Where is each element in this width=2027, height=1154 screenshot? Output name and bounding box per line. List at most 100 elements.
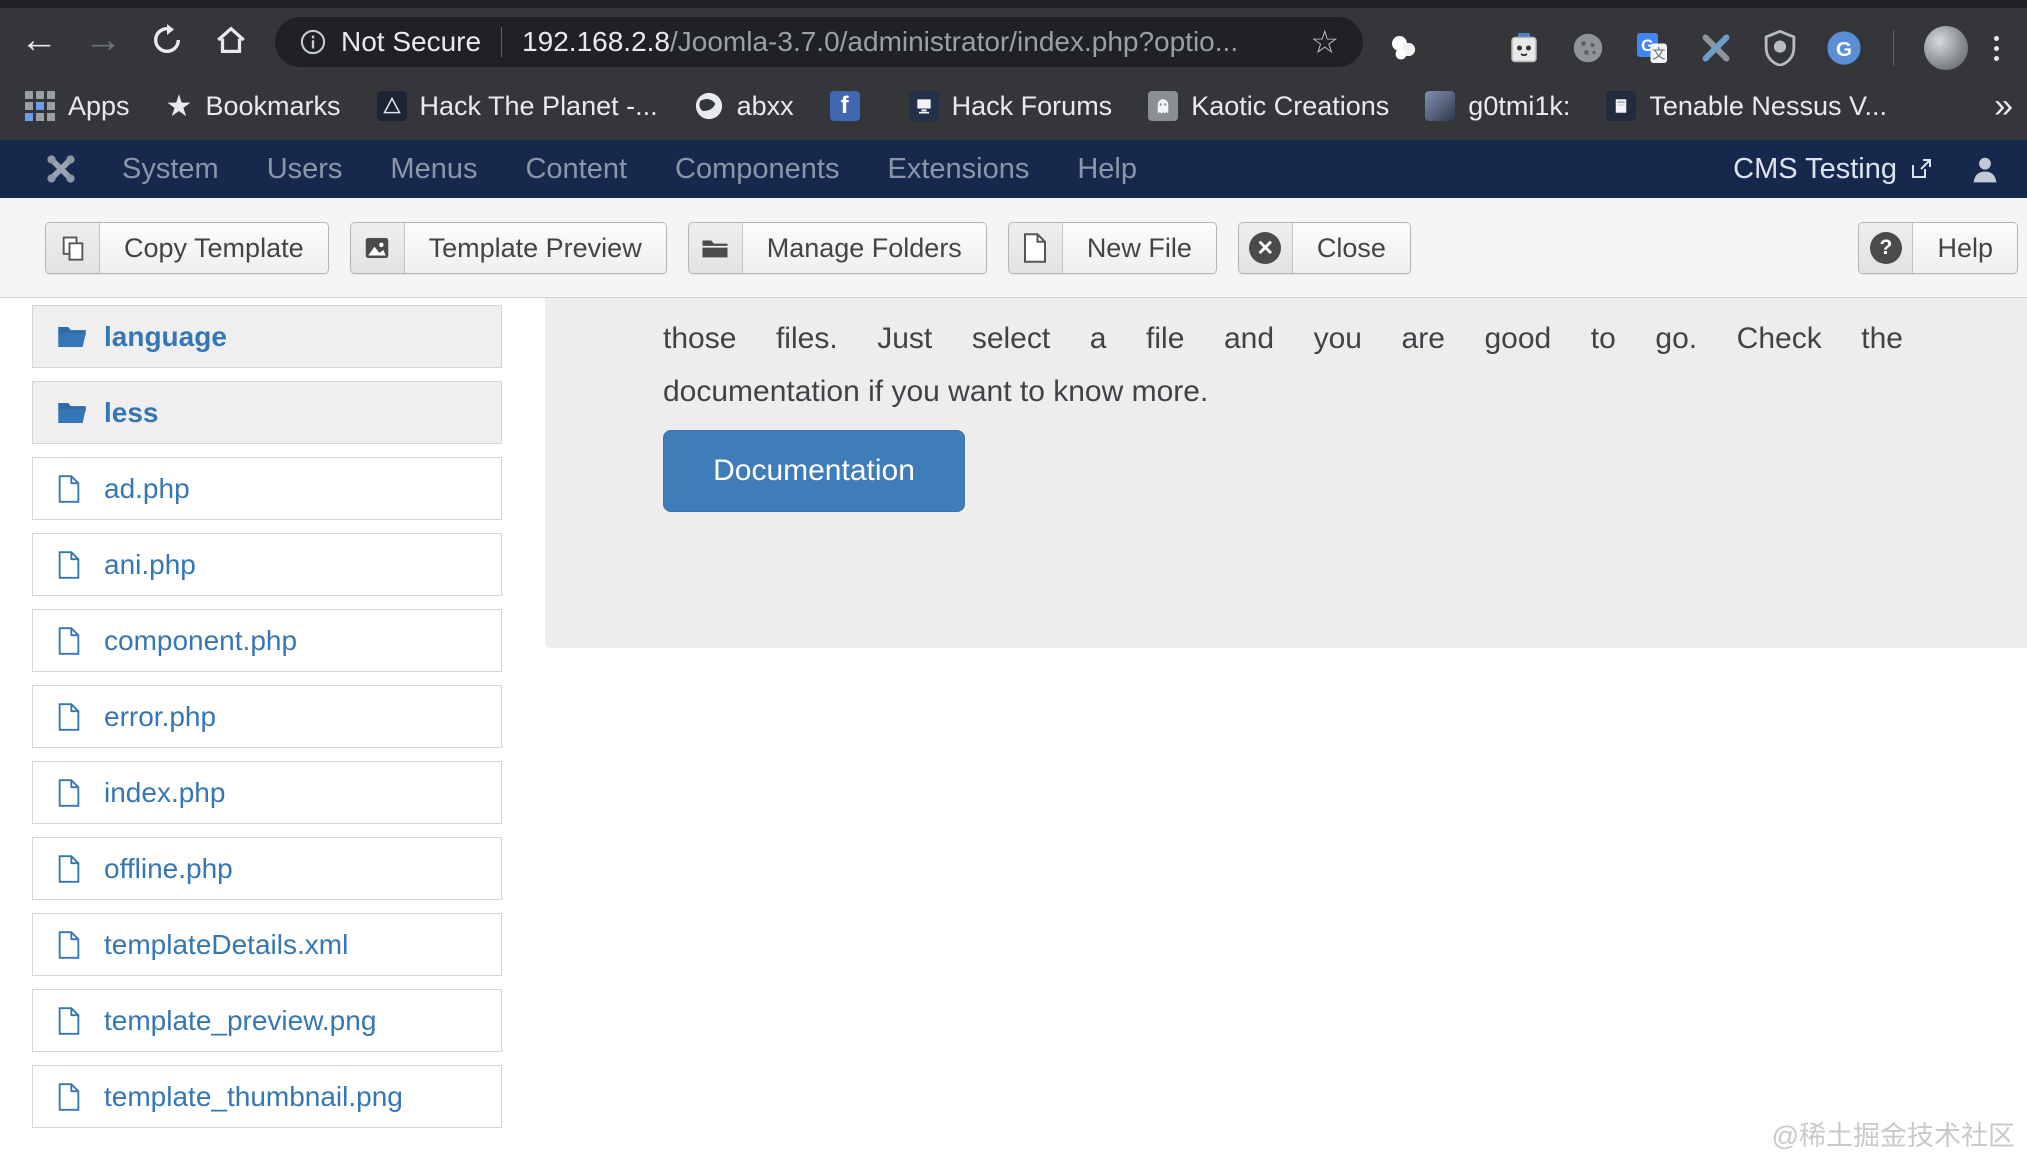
extension-robot-icon[interactable]	[1505, 29, 1543, 67]
bookmark-label: abxx	[737, 91, 794, 122]
apps-label: Apps	[68, 91, 130, 122]
admin-navbar: System Users Menus Content Components Ex…	[0, 140, 2027, 198]
menu-system[interactable]: System	[122, 153, 219, 186]
copy-icon	[46, 223, 100, 273]
file-icon	[57, 931, 89, 959]
new-file-label: New File	[1063, 223, 1216, 273]
bookmark-facebook[interactable]: f	[830, 91, 873, 121]
extension-shield-icon[interactable]	[1761, 29, 1799, 67]
bookmark-bookmarks-folder[interactable]: ★ Bookmarks	[166, 89, 341, 124]
file-name: ani.php	[104, 549, 196, 581]
reload-icon[interactable]	[142, 15, 192, 65]
apps-shortcut[interactable]: Apps	[25, 91, 130, 122]
tenable-nessus-favicon	[1606, 91, 1636, 121]
copy-template-label: Copy Template	[100, 223, 328, 273]
editor-info-panel: those files. Just select a file and you …	[545, 298, 2027, 648]
file-name: templateDetails.xml	[104, 929, 348, 961]
home-icon[interactable]	[206, 15, 256, 65]
image-icon	[351, 223, 405, 273]
window-top-strip	[0, 0, 2027, 8]
toolbar-divider	[1893, 30, 1894, 66]
forward-icon[interactable]: →	[78, 15, 128, 65]
joomla-logo-icon	[42, 150, 80, 188]
file-name: ad.php	[104, 473, 190, 505]
info-icon[interactable]	[299, 28, 327, 56]
file-item-offline-php[interactable]: offline.php	[32, 837, 502, 900]
new-file-button[interactable]: New File	[1008, 222, 1217, 274]
menu-content[interactable]: Content	[525, 153, 627, 186]
extension-google-translate-icon[interactable]: G文	[1633, 29, 1671, 67]
watermark: @稀土掘金技术社区	[1772, 1114, 2015, 1153]
url-divider	[501, 27, 502, 57]
bookmark-kaotic-creations[interactable]: Kaotic Creations	[1148, 91, 1389, 122]
close-button[interactable]: ✕ Close	[1238, 222, 1411, 274]
file-item-templatedetails-xml[interactable]: templateDetails.xml	[32, 913, 502, 976]
file-item-ad-php[interactable]: ad.php	[32, 457, 502, 520]
site-preview-link[interactable]: CMS Testing	[1733, 153, 1933, 186]
file-icon	[57, 475, 89, 503]
browser-toolbar: ← → Not Secure 192.168.2.8/Joomla-3.7.0/…	[0, 8, 2027, 72]
back-icon[interactable]: ←	[14, 15, 64, 65]
bookmark-abxx[interactable]: abxx	[694, 91, 794, 122]
file-item-template-preview-png[interactable]: template_preview.png	[32, 989, 502, 1052]
file-item-ani-php[interactable]: ani.php	[32, 533, 502, 596]
close-label: Close	[1293, 223, 1410, 273]
file-name: component.php	[104, 625, 297, 657]
documentation-button[interactable]: Documentation	[663, 430, 965, 512]
file-name: error.php	[104, 701, 216, 733]
file-item-component-php[interactable]: component.php	[32, 609, 502, 672]
template-preview-button[interactable]: Template Preview	[350, 222, 667, 274]
user-icon[interactable]	[1969, 153, 2001, 185]
kaotic-creations-favicon	[1148, 91, 1178, 121]
bookmarks-overflow-chevron[interactable]: »	[1994, 72, 2013, 140]
address-bar[interactable]: Not Secure 192.168.2.8/Joomla-3.7.0/admi…	[275, 17, 1363, 67]
star-icon: ★	[166, 89, 193, 124]
manage-folders-label: Manage Folders	[743, 223, 986, 273]
manage-folders-button[interactable]: Manage Folders	[688, 222, 987, 274]
file-item-error-php[interactable]: error.php	[32, 685, 502, 748]
bookmark-tenable-nessus[interactable]: Tenable Nessus V...	[1606, 91, 1887, 122]
site-name: CMS Testing	[1733, 153, 1897, 186]
globe-favicon	[694, 91, 724, 121]
panel-description: those files. Just select a file and you …	[663, 312, 1903, 418]
bookmark-label: Hack The Planet -...	[420, 91, 658, 122]
menu-components[interactable]: Components	[675, 153, 839, 186]
copy-template-button[interactable]: Copy Template	[45, 222, 329, 274]
menu-menus[interactable]: Menus	[390, 153, 477, 186]
bookmark-star-icon[interactable]: ☆	[1310, 23, 1339, 61]
close-circle-icon: ✕	[1239, 223, 1293, 273]
apps-grid-icon	[25, 91, 55, 121]
menu-extensions[interactable]: Extensions	[887, 153, 1029, 186]
menu-users[interactable]: Users	[267, 153, 343, 186]
hack-the-planet-favicon	[377, 91, 407, 121]
file-icon	[57, 627, 89, 655]
bookmark-hack-the-planet[interactable]: Hack The Planet -...	[377, 91, 658, 122]
external-link-icon	[1909, 157, 1933, 181]
hack-forums-favicon	[909, 91, 939, 121]
extension-cookie-icon[interactable]	[1569, 29, 1607, 67]
file-item-template-thumbnail-png[interactable]: template_thumbnail.png	[32, 1065, 502, 1128]
bookmark-hack-forums[interactable]: Hack Forums	[909, 91, 1113, 122]
folder-item-language[interactable]: language	[32, 305, 502, 368]
file-name: template_thumbnail.png	[104, 1081, 403, 1113]
bookmark-g0tmi1k[interactable]: g0tmi1k:	[1425, 91, 1570, 122]
template-preview-label: Template Preview	[405, 223, 666, 273]
chrome-menu-icon[interactable]	[1994, 36, 1999, 61]
folder-item-less[interactable]: less	[32, 381, 502, 444]
file-item-index-php[interactable]: index.php	[32, 761, 502, 824]
file-icon	[57, 1083, 89, 1111]
extension-grammarly-icon[interactable]: G	[1825, 29, 1863, 67]
help-button[interactable]: ? Help	[1858, 222, 2018, 274]
menu-help[interactable]: Help	[1077, 153, 1137, 186]
security-label: Not Secure	[341, 26, 481, 58]
url-text[interactable]: 192.168.2.8/Joomla-3.7.0/administrator/i…	[522, 26, 1300, 58]
extension-blob-icon[interactable]	[1385, 29, 1423, 67]
url-path: /Joomla-3.7.0/administrator/index.php?op…	[670, 26, 1238, 57]
profile-avatar[interactable]	[1924, 26, 1968, 70]
folder-icon	[57, 400, 89, 426]
extension-joomla-icon[interactable]	[1697, 29, 1735, 67]
folder-name: language	[104, 321, 227, 353]
file-icon	[57, 551, 89, 579]
file-icon	[57, 855, 89, 883]
file-icon	[57, 703, 89, 731]
